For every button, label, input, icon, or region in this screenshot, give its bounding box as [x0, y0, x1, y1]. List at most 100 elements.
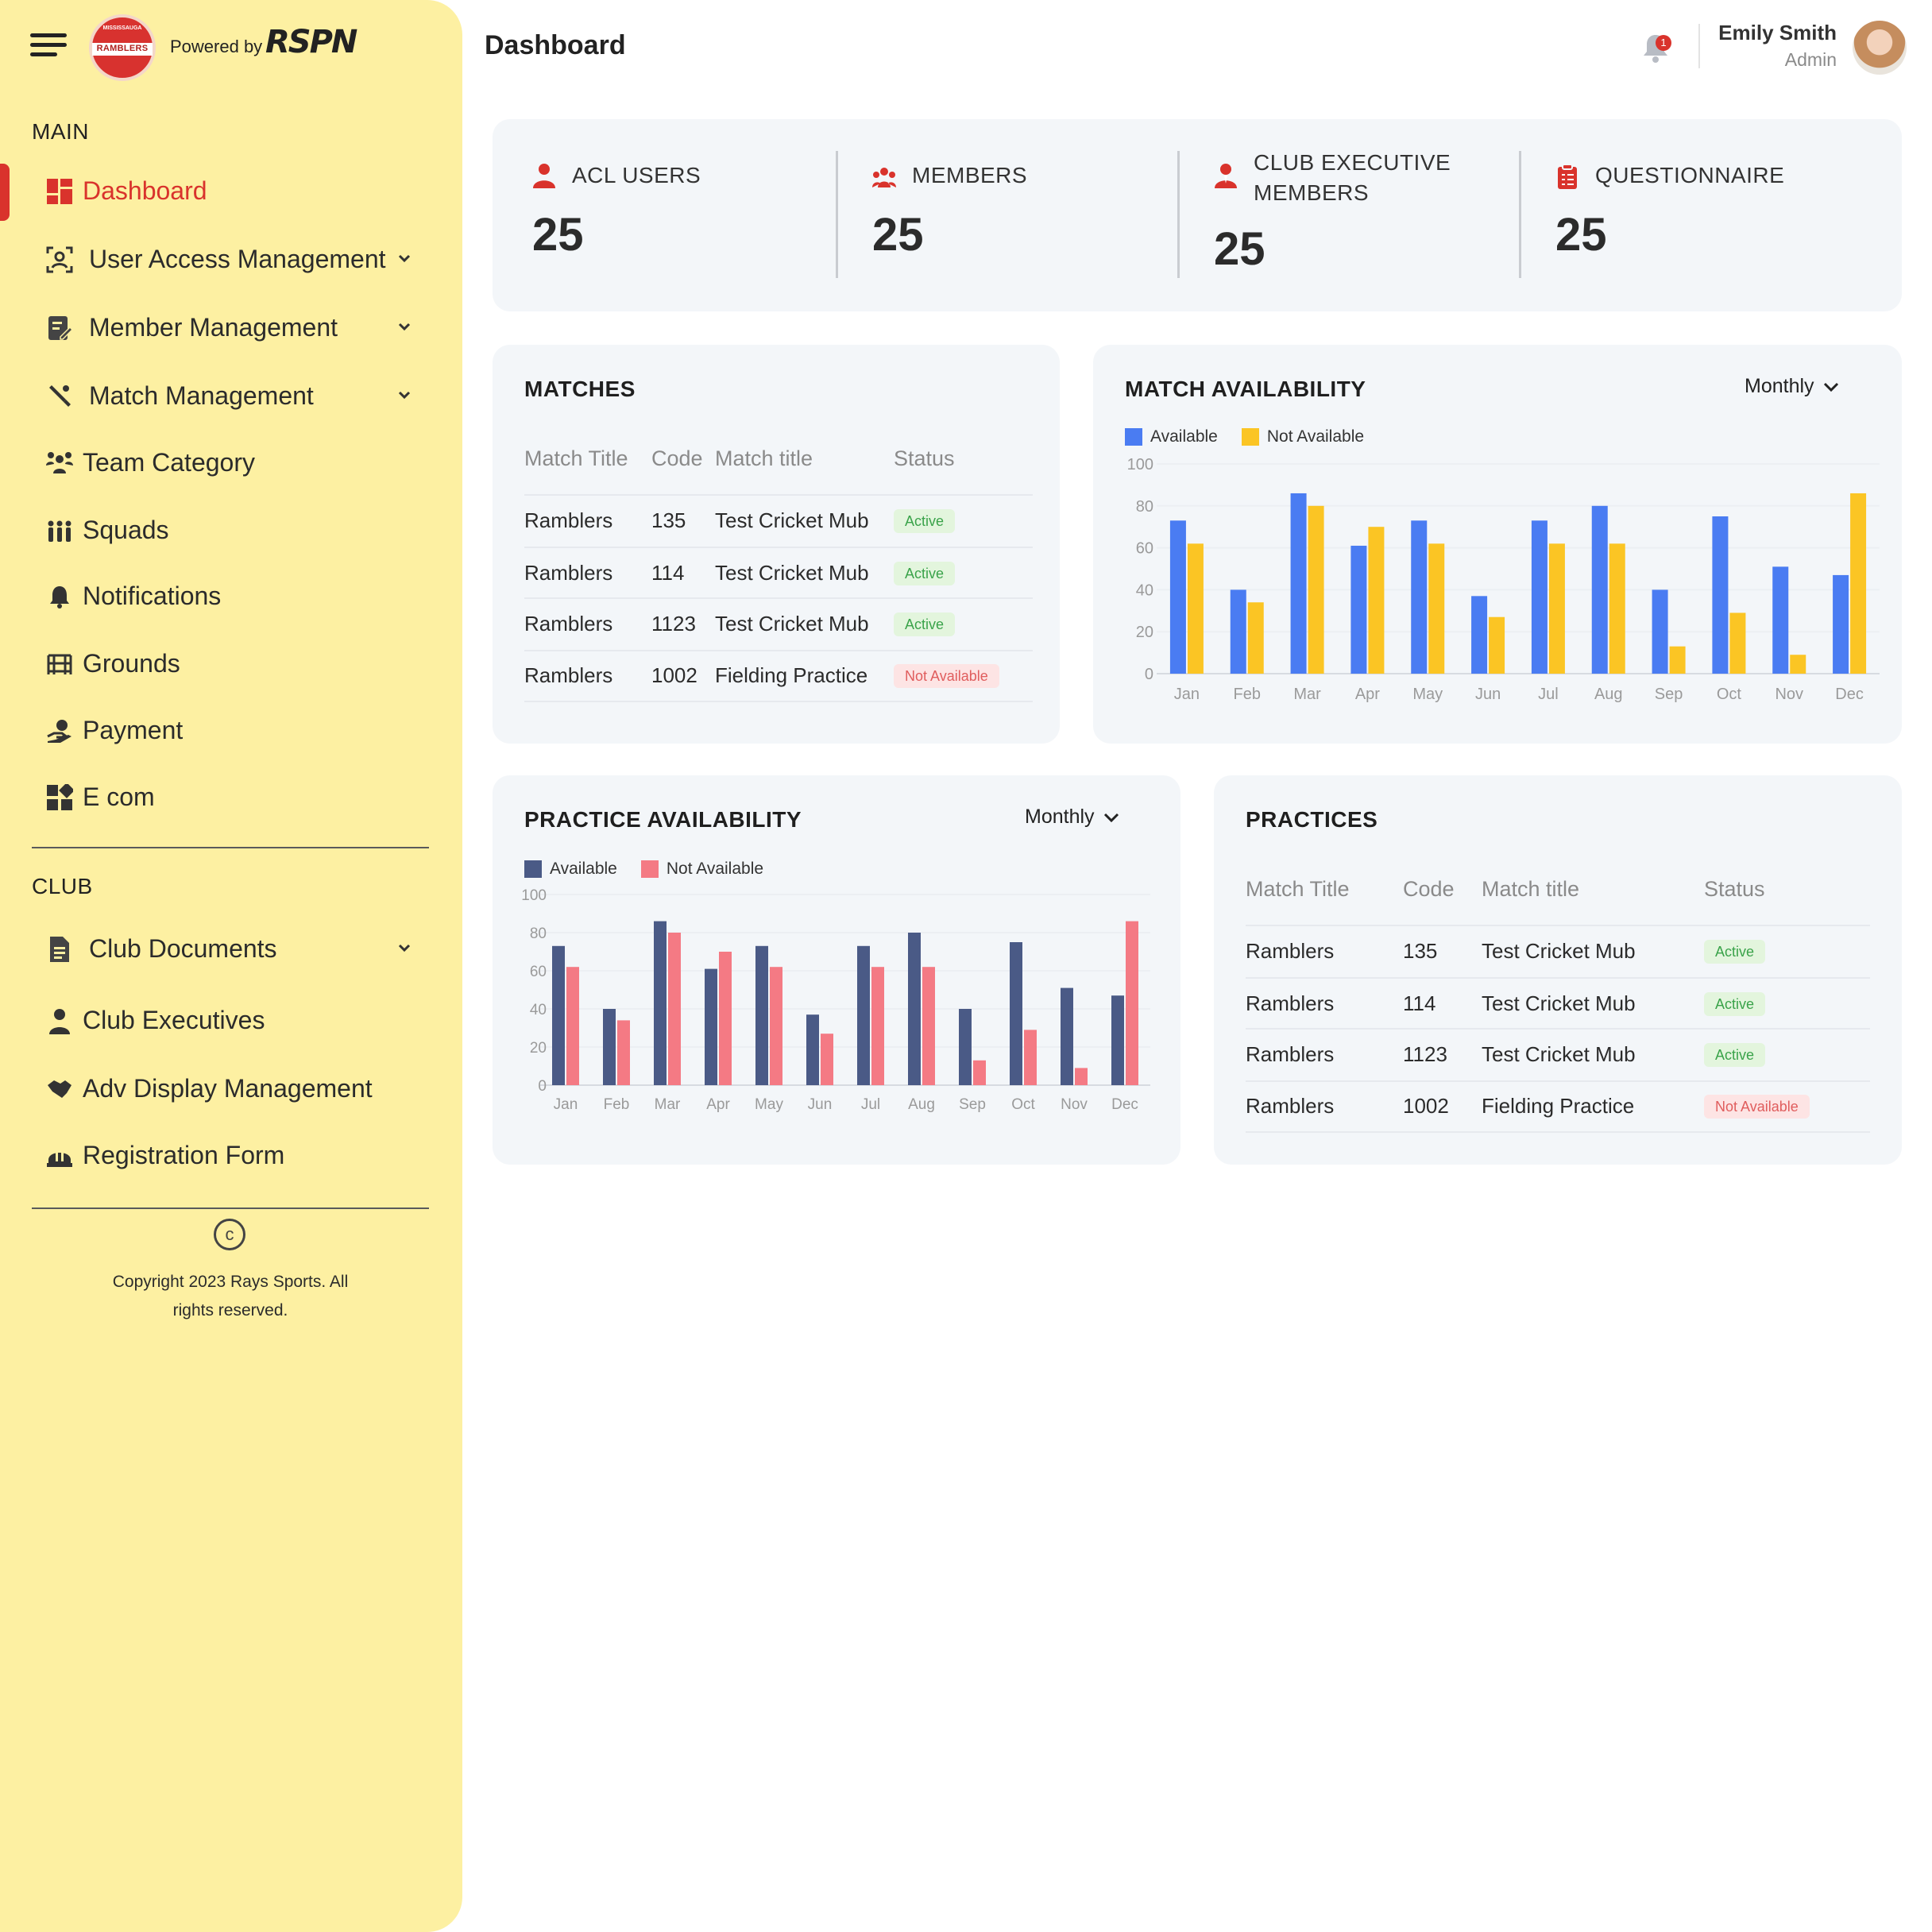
bar-available-jun[interactable]: [806, 1014, 819, 1085]
copyright-line: rights reserved.: [172, 1301, 288, 1320]
stat-acl-users[interactable]: ACL USERS 25: [532, 119, 818, 311]
bar-available-oct[interactable]: [1010, 942, 1022, 1085]
bar-available-feb[interactable]: [603, 1009, 616, 1085]
club-logo[interactable]: MISSISSAUGA RAMBLERS: [89, 14, 156, 81]
bar-available-apr[interactable]: [705, 968, 717, 1085]
row-divider: [1246, 925, 1870, 926]
menu-icon[interactable]: [30, 33, 67, 57]
bar-available-dec[interactable]: [1111, 995, 1124, 1085]
sidebar-item-team-category[interactable]: Team Category: [0, 435, 445, 486]
bar-available-sep[interactable]: [959, 1009, 972, 1085]
logo-arc-text: MISSISSAUGA: [102, 25, 142, 31]
chevron-down-icon[interactable]: [396, 318, 413, 335]
bar-available-jul[interactable]: [857, 945, 870, 1085]
bar-available-mar[interactable]: [1290, 493, 1307, 674]
bar-available-mar[interactable]: [654, 921, 667, 1085]
sidebar-item-match-management[interactable]: Match Management: [0, 369, 445, 419]
sidebar-item-grounds[interactable]: Grounds: [0, 636, 445, 687]
stat-questionnaire[interactable]: QUESTIONNAIRE 25: [1555, 119, 1857, 311]
column-header: Code: [1403, 877, 1455, 901]
stat-club-executive-members[interactable]: CLUB EXECUTIVE MEMBERS 25: [1214, 119, 1516, 311]
sidebar-item-squads[interactable]: Squads: [0, 503, 445, 554]
sidebar-item-club-executives[interactable]: Club Executives: [0, 993, 445, 1044]
bar-available-dec[interactable]: [1833, 574, 1849, 674]
questionnaire-icon: [1558, 164, 1577, 189]
bar-not-available-jan[interactable]: [1187, 543, 1204, 674]
bar-not-available-oct[interactable]: [1729, 612, 1746, 674]
chevron-down-icon[interactable]: [396, 386, 413, 404]
bar-available-oct[interactable]: [1712, 516, 1729, 674]
sidebar-item-label: Registration Form: [83, 1141, 285, 1169]
bar-available-may[interactable]: [1411, 520, 1428, 674]
bar-not-available-jul[interactable]: [871, 967, 884, 1085]
row-divider: [1246, 1028, 1870, 1030]
cell-title: Ramblers: [1246, 991, 1335, 1015]
bar-available-may[interactable]: [755, 945, 768, 1085]
sidebar-item-registration-form[interactable]: Registration Form: [0, 1128, 445, 1179]
sidebar-item-user-access-management[interactable]: User Access Management: [0, 232, 445, 283]
bar-not-available-jun[interactable]: [1489, 616, 1505, 674]
sidebar-item-club-documents[interactable]: Club Documents: [0, 922, 445, 972]
row-divider: [524, 701, 1033, 702]
chevron-down-icon[interactable]: [396, 939, 413, 956]
bar-available-nov[interactable]: [1061, 987, 1073, 1085]
bar-not-available-oct[interactable]: [1024, 1030, 1037, 1085]
bar-not-available-feb[interactable]: [617, 1020, 630, 1085]
bar-not-available-jun[interactable]: [821, 1034, 833, 1085]
x-tick-label: Jul: [861, 1096, 880, 1113]
sidebar-item-payment[interactable]: Payment: [0, 703, 445, 754]
stat-value: 25: [1555, 209, 1607, 261]
bar-not-available-dec[interactable]: [1850, 493, 1867, 674]
status-badge: Active: [894, 509, 956, 533]
bar-not-available-nov[interactable]: [1075, 1068, 1088, 1085]
cell-title: Ramblers: [1246, 1042, 1335, 1066]
bar-available-apr[interactable]: [1350, 545, 1367, 674]
stat-members[interactable]: MEMBERS 25: [872, 119, 1174, 311]
bar-not-available-dec[interactable]: [1126, 921, 1138, 1085]
dashboard-icon: [47, 179, 72, 204]
stats-card: ACL USERS 25 MEMBERS 25 CLUB EXECUTIVE M…: [493, 119, 1902, 311]
bar-not-available-sep[interactable]: [973, 1060, 986, 1085]
bar-available-jun[interactable]: [1471, 596, 1488, 674]
bar-not-available-jul[interactable]: [1548, 543, 1565, 674]
bar-not-available-feb[interactable]: [1247, 602, 1264, 674]
cell-code: 135: [1403, 939, 1438, 963]
bar-available-jul[interactable]: [1531, 520, 1548, 674]
bar-not-available-may[interactable]: [1428, 543, 1445, 674]
bar-available-sep[interactable]: [1652, 589, 1668, 674]
sidebar-item-notifications[interactable]: Notifications: [0, 569, 445, 620]
bar-available-feb[interactable]: [1230, 589, 1246, 674]
bar-available-aug[interactable]: [908, 933, 921, 1085]
sidebar-item-dashboard[interactable]: Dashboard: [0, 164, 445, 214]
y-tick-label: 0: [1145, 666, 1153, 683]
bar-not-available-aug[interactable]: [1609, 543, 1625, 674]
bar-not-available-sep[interactable]: [1669, 646, 1686, 674]
status-badge: Active: [894, 562, 956, 585]
status-badge: Not Available: [894, 664, 999, 688]
chevron-down-icon[interactable]: [396, 249, 413, 267]
sidebar-item-adv-display-management[interactable]: Adv Display Management: [0, 1061, 445, 1112]
bar-not-available-jan[interactable]: [566, 967, 579, 1085]
user-name[interactable]: Emily Smith: [1718, 21, 1837, 45]
column-header: Match title: [1482, 877, 1580, 901]
bar-not-available-aug[interactable]: [922, 967, 935, 1085]
sidebar-item-ecom[interactable]: E com: [0, 770, 445, 821]
cell-code: 1123: [651, 612, 696, 636]
bar-available-nov[interactable]: [1772, 566, 1789, 674]
bar-available-jan[interactable]: [552, 945, 565, 1085]
ecom-icon: [47, 784, 73, 810]
bar-available-aug[interactable]: [1591, 505, 1608, 674]
y-tick-label: 100: [1127, 456, 1153, 473]
avatar[interactable]: [1853, 21, 1907, 75]
sidebar-item-member-management[interactable]: Member Management: [0, 300, 445, 351]
bar-not-available-apr[interactable]: [1368, 527, 1385, 674]
bar-not-available-apr[interactable]: [719, 952, 732, 1085]
cell-title: Ramblers: [524, 508, 613, 532]
bar-available-jan[interactable]: [1169, 520, 1186, 674]
bar-not-available-may[interactable]: [770, 967, 782, 1085]
bar-not-available-nov[interactable]: [1790, 655, 1806, 674]
bar-not-available-mar[interactable]: [1308, 505, 1324, 674]
column-header: Match title: [715, 446, 813, 470]
bar-not-available-mar[interactable]: [668, 933, 681, 1085]
cell-match: Fielding Practice: [1482, 1094, 1635, 1118]
